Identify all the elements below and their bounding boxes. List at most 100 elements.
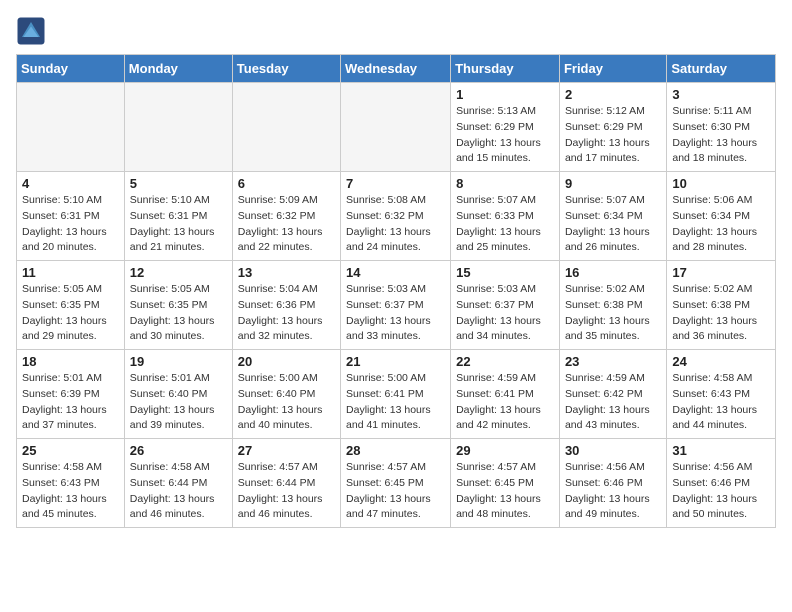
day-info: Sunrise: 4:56 AMSunset: 6:46 PMDaylight:… bbox=[565, 460, 661, 523]
day-cell: 18 Sunrise: 5:01 AMSunset: 6:39 PMDayligh… bbox=[17, 350, 125, 439]
day-number: 8 bbox=[456, 176, 554, 191]
day-cell: 7 Sunrise: 5:08 AMSunset: 6:32 PMDaylight… bbox=[341, 172, 451, 261]
day-info: Sunrise: 5:02 AMSunset: 6:38 PMDaylight:… bbox=[565, 282, 661, 345]
day-cell: 29 Sunrise: 4:57 AMSunset: 6:45 PMDayligh… bbox=[451, 439, 560, 528]
day-cell bbox=[232, 83, 340, 172]
day-info: Sunrise: 5:09 AMSunset: 6:32 PMDaylight:… bbox=[238, 193, 335, 256]
day-number: 13 bbox=[238, 265, 335, 280]
day-cell: 20Sunrise: 5:00 AMSunset: 6:40 PMDayligh… bbox=[232, 350, 340, 439]
day-number: 1 bbox=[456, 87, 554, 102]
day-number: 9 bbox=[565, 176, 661, 191]
day-cell: 12 Sunrise: 5:05 AMSunset: 6:35 PMDayligh… bbox=[124, 261, 232, 350]
day-cell: 14 Sunrise: 5:03 AMSunset: 6:37 PMDayligh… bbox=[341, 261, 451, 350]
day-info: Sunrise: 5:02 AMSunset: 6:38 PMDaylight:… bbox=[672, 282, 770, 345]
day-cell: 11 Sunrise: 5:05 AMSunset: 6:35 PMDayligh… bbox=[17, 261, 125, 350]
day-cell: 19Sunrise: 5:01 AMSunset: 6:40 PMDayligh… bbox=[124, 350, 232, 439]
day-number: 14 bbox=[346, 265, 445, 280]
header-thursday: Thursday bbox=[451, 55, 560, 83]
day-info: Sunrise: 5:12 AMSunset: 6:29 PMDaylight:… bbox=[565, 104, 661, 167]
week-row-3: 11 Sunrise: 5:05 AMSunset: 6:35 PMDayligh… bbox=[17, 261, 776, 350]
day-info: Sunrise: 5:06 AMSunset: 6:34 PMDaylight:… bbox=[672, 193, 770, 256]
day-info: Sunrise: 5:01 AMSunset: 6:39 PMDaylight:… bbox=[22, 371, 119, 434]
day-number: 29 bbox=[456, 443, 554, 458]
day-info: Sunrise: 5:10 AMSunset: 6:31 PMDaylight:… bbox=[22, 193, 119, 256]
logo bbox=[16, 16, 50, 46]
day-number: 18 bbox=[22, 354, 119, 369]
day-cell: 25Sunrise: 4:58 AMSunset: 6:43 PMDayligh… bbox=[17, 439, 125, 528]
day-number: 23 bbox=[565, 354, 661, 369]
day-cell: 8 Sunrise: 5:07 AMSunset: 6:33 PMDaylight… bbox=[451, 172, 560, 261]
day-number: 21 bbox=[346, 354, 445, 369]
day-cell: 6 Sunrise: 5:09 AMSunset: 6:32 PMDaylight… bbox=[232, 172, 340, 261]
day-cell: 30Sunrise: 4:56 AMSunset: 6:46 PMDayligh… bbox=[559, 439, 666, 528]
day-number: 26 bbox=[130, 443, 227, 458]
day-number: 5 bbox=[130, 176, 227, 191]
calendar-table: SundayMondayTuesdayWednesdayThursdayFrid… bbox=[16, 54, 776, 528]
day-number: 16 bbox=[565, 265, 661, 280]
day-cell: 23 Sunrise: 4:59 AMSunset: 6:42 PMDayligh… bbox=[559, 350, 666, 439]
day-number: 11 bbox=[22, 265, 119, 280]
day-info: Sunrise: 4:59 AMSunset: 6:42 PMDaylight:… bbox=[565, 371, 661, 434]
day-cell: 28Sunrise: 4:57 AMSunset: 6:45 PMDayligh… bbox=[341, 439, 451, 528]
header-sunday: Sunday bbox=[17, 55, 125, 83]
day-cell: 2 Sunrise: 5:12 AMSunset: 6:29 PMDaylight… bbox=[559, 83, 666, 172]
day-number: 15 bbox=[456, 265, 554, 280]
week-row-5: 25Sunrise: 4:58 AMSunset: 6:43 PMDayligh… bbox=[17, 439, 776, 528]
day-cell: 3 Sunrise: 5:11 AMSunset: 6:30 PMDaylight… bbox=[667, 83, 776, 172]
day-cell: 16 Sunrise: 5:02 AMSunset: 6:38 PMDayligh… bbox=[559, 261, 666, 350]
day-number: 3 bbox=[672, 87, 770, 102]
day-number: 6 bbox=[238, 176, 335, 191]
day-number: 4 bbox=[22, 176, 119, 191]
day-number: 24 bbox=[672, 354, 770, 369]
day-cell: 13 Sunrise: 5:04 AMSunset: 6:36 PMDayligh… bbox=[232, 261, 340, 350]
day-cell: 31 Sunrise: 4:56 AMSunset: 6:46 PMDayligh… bbox=[667, 439, 776, 528]
day-cell: 5 Sunrise: 5:10 AMSunset: 6:31 PMDaylight… bbox=[124, 172, 232, 261]
logo-icon bbox=[16, 16, 46, 46]
day-number: 7 bbox=[346, 176, 445, 191]
header-row: SundayMondayTuesdayWednesdayThursdayFrid… bbox=[17, 55, 776, 83]
day-info: Sunrise: 4:57 AMSunset: 6:45 PMDaylight:… bbox=[456, 460, 554, 523]
day-info: Sunrise: 5:11 AMSunset: 6:30 PMDaylight:… bbox=[672, 104, 770, 167]
day-info: Sunrise: 5:03 AMSunset: 6:37 PMDaylight:… bbox=[456, 282, 554, 345]
day-cell: 24 Sunrise: 4:58 AMSunset: 6:43 PMDayligh… bbox=[667, 350, 776, 439]
day-number: 2 bbox=[565, 87, 661, 102]
day-info: Sunrise: 5:05 AMSunset: 6:35 PMDaylight:… bbox=[22, 282, 119, 345]
day-number: 20 bbox=[238, 354, 335, 369]
day-number: 27 bbox=[238, 443, 335, 458]
day-cell bbox=[17, 83, 125, 172]
day-cell bbox=[341, 83, 451, 172]
day-info: Sunrise: 5:07 AMSunset: 6:34 PMDaylight:… bbox=[565, 193, 661, 256]
day-number: 31 bbox=[672, 443, 770, 458]
day-info: Sunrise: 4:58 AMSunset: 6:43 PMDaylight:… bbox=[22, 460, 119, 523]
header-friday: Friday bbox=[559, 55, 666, 83]
day-info: Sunrise: 5:13 AMSunset: 6:29 PMDaylight:… bbox=[456, 104, 554, 167]
header-monday: Monday bbox=[124, 55, 232, 83]
week-row-2: 4 Sunrise: 5:10 AMSunset: 6:31 PMDaylight… bbox=[17, 172, 776, 261]
day-number: 28 bbox=[346, 443, 445, 458]
day-info: Sunrise: 5:05 AMSunset: 6:35 PMDaylight:… bbox=[130, 282, 227, 345]
day-cell: 4 Sunrise: 5:10 AMSunset: 6:31 PMDaylight… bbox=[17, 172, 125, 261]
week-row-4: 18 Sunrise: 5:01 AMSunset: 6:39 PMDayligh… bbox=[17, 350, 776, 439]
day-info: Sunrise: 4:56 AMSunset: 6:46 PMDaylight:… bbox=[672, 460, 770, 523]
day-info: Sunrise: 5:10 AMSunset: 6:31 PMDaylight:… bbox=[130, 193, 227, 256]
day-number: 17 bbox=[672, 265, 770, 280]
page-header bbox=[16, 16, 776, 46]
day-info: Sunrise: 5:00 AMSunset: 6:41 PMDaylight:… bbox=[346, 371, 445, 434]
day-info: Sunrise: 5:08 AMSunset: 6:32 PMDaylight:… bbox=[346, 193, 445, 256]
day-cell: 9 Sunrise: 5:07 AMSunset: 6:34 PMDaylight… bbox=[559, 172, 666, 261]
day-cell: 10Sunrise: 5:06 AMSunset: 6:34 PMDayligh… bbox=[667, 172, 776, 261]
header-wednesday: Wednesday bbox=[341, 55, 451, 83]
day-cell: 21 Sunrise: 5:00 AMSunset: 6:41 PMDayligh… bbox=[341, 350, 451, 439]
day-info: Sunrise: 4:58 AMSunset: 6:44 PMDaylight:… bbox=[130, 460, 227, 523]
day-number: 19 bbox=[130, 354, 227, 369]
day-cell: 1 Sunrise: 5:13 AMSunset: 6:29 PMDaylight… bbox=[451, 83, 560, 172]
day-cell: 26 Sunrise: 4:58 AMSunset: 6:44 PMDayligh… bbox=[124, 439, 232, 528]
day-cell: 17 Sunrise: 5:02 AMSunset: 6:38 PMDayligh… bbox=[667, 261, 776, 350]
day-number: 12 bbox=[130, 265, 227, 280]
day-info: Sunrise: 5:04 AMSunset: 6:36 PMDaylight:… bbox=[238, 282, 335, 345]
day-info: Sunrise: 5:03 AMSunset: 6:37 PMDaylight:… bbox=[346, 282, 445, 345]
day-cell bbox=[124, 83, 232, 172]
day-info: Sunrise: 4:58 AMSunset: 6:43 PMDaylight:… bbox=[672, 371, 770, 434]
week-row-1: 1 Sunrise: 5:13 AMSunset: 6:29 PMDaylight… bbox=[17, 83, 776, 172]
day-info: Sunrise: 5:07 AMSunset: 6:33 PMDaylight:… bbox=[456, 193, 554, 256]
